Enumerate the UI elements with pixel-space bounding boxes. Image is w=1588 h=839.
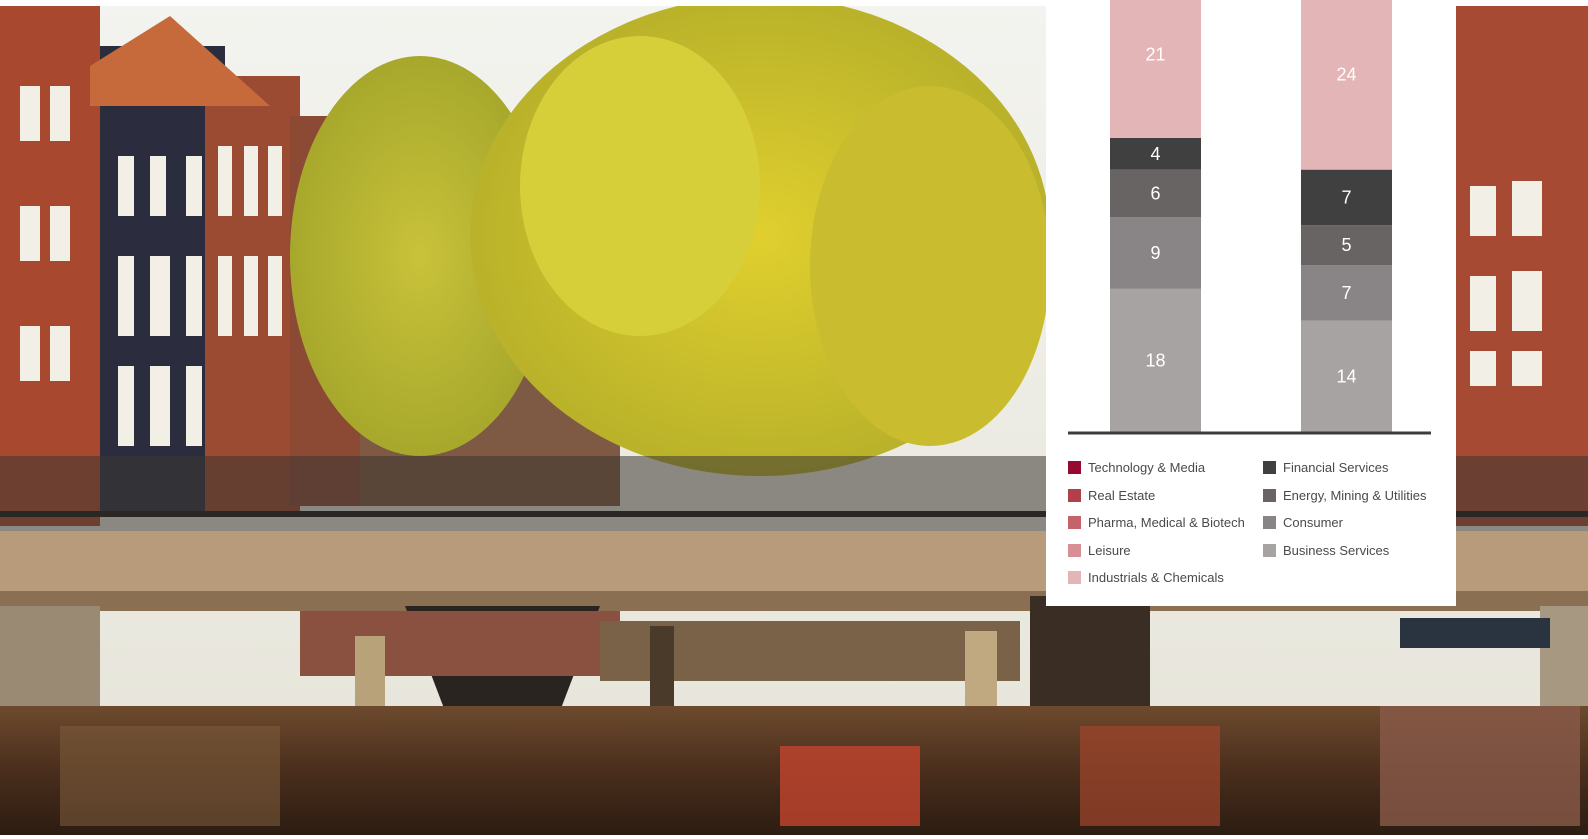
bar-value-label: 5 — [1341, 235, 1351, 255]
legend-column-left: Technology & Media Real Estate Pharma, Med… — [1068, 454, 1245, 592]
legend-column-right: Financial Services Energy, Mining & Utili… — [1263, 454, 1427, 564]
legend-item: Energy, Mining & Utilities — [1263, 482, 1427, 510]
bar-value-label: 9 — [1150, 243, 1160, 263]
legend-item: Consumer — [1263, 509, 1427, 537]
bar-value-label: 21 — [1145, 44, 1165, 64]
legend-item: Pharma, Medical & Biotech — [1068, 509, 1245, 537]
legend-swatch — [1068, 488, 1081, 502]
legend-label: Financial Services — [1283, 460, 1389, 476]
bar-value-label: 18 — [1145, 350, 1165, 370]
bar-value-label: 4 — [1150, 144, 1160, 164]
chart-panel: 18 9 6 4 21 14 7 5 7 24 Technology & Media Real Es… — [1046, 0, 1456, 606]
legend-item: Leisure — [1068, 537, 1245, 565]
legend-swatch — [1068, 516, 1081, 530]
bar-value-label: 24 — [1336, 64, 1356, 84]
legend-swatch — [1068, 571, 1081, 585]
stacked-bar-chart: 18 9 6 4 21 14 7 5 7 24 — [1068, 0, 1431, 435]
legend-label: Real Estate — [1088, 487, 1156, 503]
legend-swatch — [1068, 543, 1081, 557]
legend-item: Real Estate — [1068, 482, 1245, 510]
legend-item: Business Services — [1263, 537, 1427, 565]
legend-item: Industrials & Chemicals — [1068, 564, 1245, 592]
legend-item: Financial Services — [1263, 454, 1427, 482]
bar-value-label: 7 — [1341, 187, 1351, 207]
legend-label: Leisure — [1088, 542, 1131, 558]
legend-label: Business Services — [1283, 542, 1390, 558]
bar-value-label: 14 — [1336, 366, 1356, 386]
legend-label: Consumer — [1283, 515, 1343, 531]
legend-swatch — [1068, 461, 1081, 475]
bar-value-label: 6 — [1150, 184, 1160, 204]
legend-swatch — [1263, 516, 1276, 530]
legend-label: Pharma, Medical & Biotech — [1088, 515, 1245, 531]
legend-swatch — [1263, 543, 1276, 557]
legend-label: Energy, Mining & Utilities — [1283, 487, 1427, 503]
legend-label: Technology & Media — [1088, 460, 1206, 476]
bar-value-label: 7 — [1341, 283, 1351, 303]
bar-segment — [1110, 0, 1201, 138]
bar-segment — [1301, 0, 1392, 170]
legend-label: Industrials & Chemicals — [1088, 570, 1224, 586]
legend-item: Technology & Media — [1068, 454, 1245, 482]
legend-swatch — [1263, 461, 1276, 475]
legend-swatch — [1263, 488, 1276, 502]
